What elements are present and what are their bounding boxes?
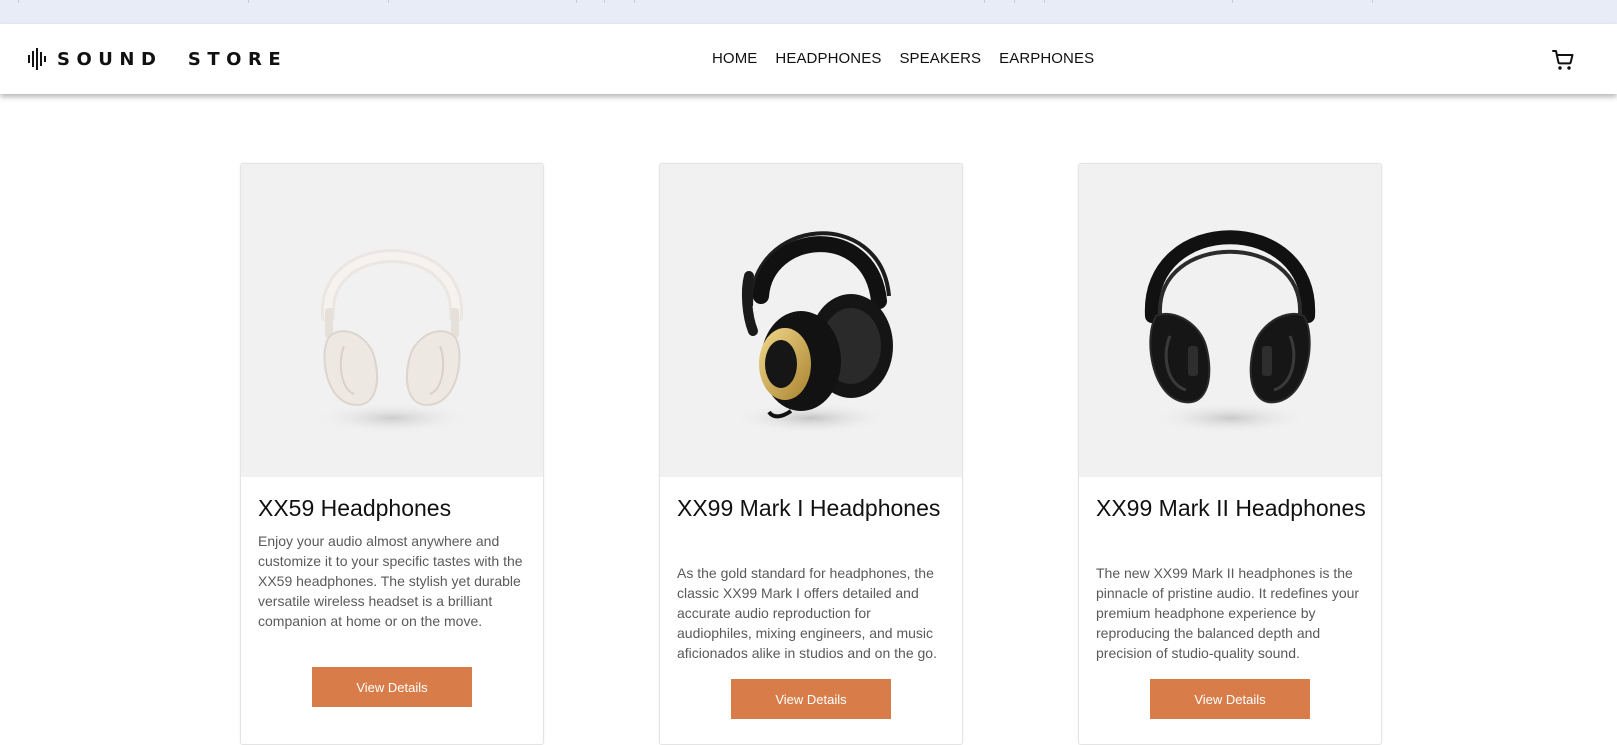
strip-divider: [388, 0, 389, 3]
brand-name: SOUND STORE: [57, 48, 288, 70]
nav-speakers[interactable]: SPEAKERS: [899, 50, 981, 67]
browser-top-strip: [0, 0, 1617, 25]
view-details-button[interactable]: View Details: [1150, 679, 1310, 719]
view-details-button[interactable]: View Details: [731, 679, 891, 719]
product-description: As the gold standard for headphones, the…: [677, 565, 937, 661]
strip-divider: [576, 0, 577, 3]
strip-divider: [1044, 0, 1045, 3]
strip-divider: [248, 0, 249, 3]
view-details-button[interactable]: View Details: [312, 667, 472, 707]
site-header: SOUND STORE HOME HEADPHONES SPEAKERS EAR…: [0, 24, 1617, 94]
strip-divider: [604, 0, 605, 3]
product-card-xx99-mark-ii: XX99 Mark II Headphones The new XX99 Mar…: [1078, 163, 1382, 745]
strip-divider: [984, 0, 985, 3]
product-description: Enjoy your audio almost anywhere and cus…: [258, 533, 523, 629]
product-image: [241, 164, 543, 477]
sound-wave-icon: [28, 48, 46, 70]
product-title: XX99 Mark I Headphones: [677, 495, 941, 521]
black-headphones-image: [1144, 229, 1316, 434]
nav-headphones[interactable]: HEADPHONES: [775, 50, 881, 67]
strip-divider: [634, 0, 635, 3]
nav-home[interactable]: HOME: [712, 50, 757, 67]
product-card-xx99-mark-i: XX99 Mark I Headphones As the gold stand…: [659, 163, 963, 745]
black-gold-headphones-image: [731, 231, 893, 434]
product-image: [660, 164, 962, 477]
strip-divider: [18, 0, 19, 3]
shopping-cart-icon[interactable]: [1551, 48, 1575, 72]
white-headphones-image: [312, 248, 472, 434]
strip-divider: [1014, 0, 1015, 3]
main-nav: HOME HEADPHONES SPEAKERS EARPHONES: [712, 50, 1112, 67]
strip-divider: [1372, 0, 1373, 3]
nav-earphones[interactable]: EARPHONES: [999, 50, 1094, 67]
product-title: XX59 Headphones: [258, 495, 452, 521]
product-card-xx59: XX59 Headphones Enjoy your audio almost …: [240, 163, 544, 745]
product-image: [1079, 164, 1381, 477]
strip-divider: [1232, 0, 1233, 3]
product-title: XX99 Mark II Headphones: [1096, 495, 1366, 521]
brand-logo[interactable]: SOUND STORE: [27, 48, 287, 70]
product-description: The new XX99 Mark II headphones is the p…: [1096, 565, 1360, 661]
